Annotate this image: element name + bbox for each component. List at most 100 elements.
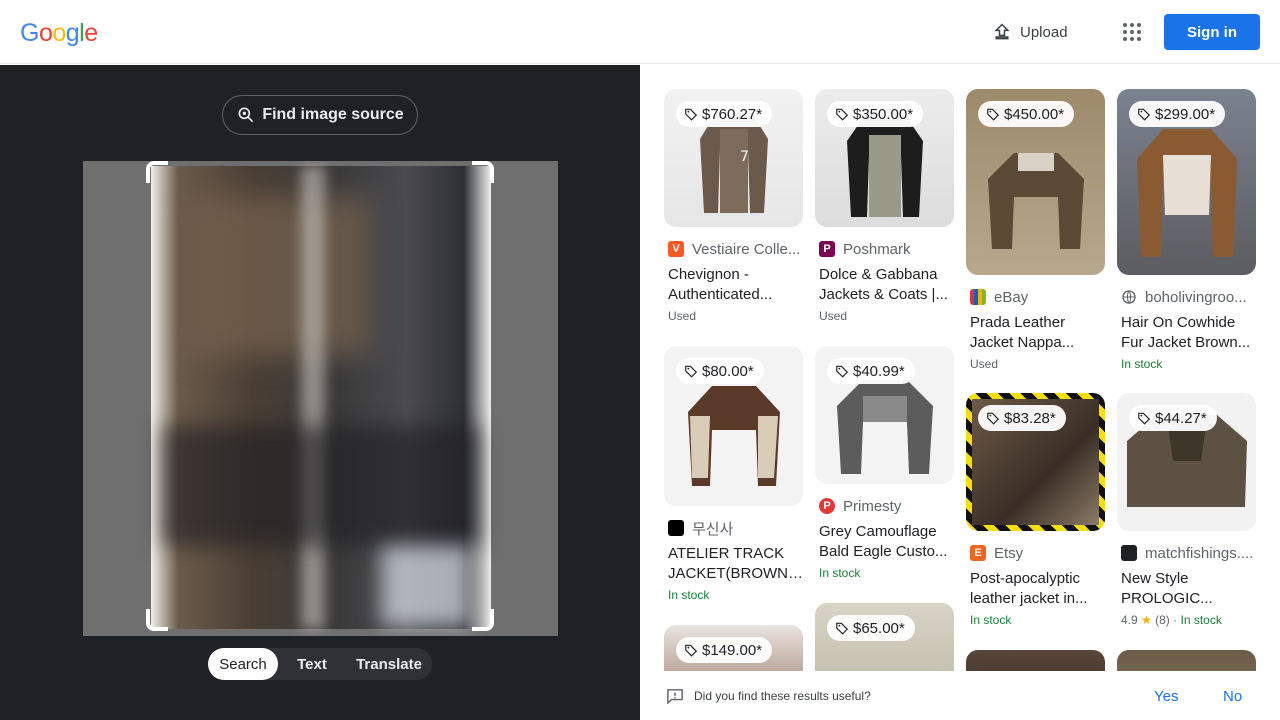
source-name: matchfishings.... xyxy=(1145,544,1254,562)
feedback-bar: Did you find these results useful? Yes N… xyxy=(640,671,1280,720)
result-card[interactable]: $44.27* matchfishings.... New Style PROLO… xyxy=(1117,393,1256,627)
lens-search-icon xyxy=(238,107,254,123)
price-tag-icon xyxy=(987,108,1000,121)
image-preview-panel: Find image source Search Text Translate xyxy=(0,65,640,720)
matchfishing-favicon-icon xyxy=(1121,545,1137,561)
result-title[interactable]: Grey Camouflage Bald Eagle Custo... xyxy=(815,522,954,562)
result-thumbnail[interactable]: $350.00* xyxy=(815,89,954,227)
result-title[interactable]: Post-apocalyptic leather jacket in... xyxy=(966,569,1105,609)
price-badge: $149.00* xyxy=(676,637,773,663)
logo-letter: o xyxy=(52,19,66,47)
result-card[interactable]: $65.00* xyxy=(815,603,954,671)
vestiaire-favicon-icon: V xyxy=(668,241,684,257)
price-label: $299.00* xyxy=(1155,105,1216,123)
logo-letter: G xyxy=(20,19,39,47)
result-card[interactable]: $299.00* boholivingroo... Hair On Cowhid… xyxy=(1117,89,1256,371)
stock-label: In stock xyxy=(970,613,1012,627)
price-badge: $65.00* xyxy=(827,615,915,641)
google-logo[interactable]: Google xyxy=(20,19,98,48)
result-title[interactable]: ATELIER TRACK JACKET(BROWN)... xyxy=(664,544,803,584)
result-source[interactable]: boholivingroo... xyxy=(1117,287,1256,307)
upload-button[interactable]: Upload xyxy=(992,20,1068,44)
title-line: leather jacket in... xyxy=(970,590,1088,607)
feedback-yes-button[interactable]: Yes xyxy=(1154,688,1178,705)
title-line: JACKET(BROWN)... xyxy=(668,565,803,582)
price-tag-icon xyxy=(836,108,849,121)
apps-grid-icon xyxy=(1123,23,1141,41)
price-tag-icon xyxy=(1138,108,1151,121)
result-thumbnail[interactable] xyxy=(966,650,1105,671)
source-name: Poshmark xyxy=(843,240,911,258)
price-badge: $80.00* xyxy=(676,358,764,384)
svg-text:7: 7 xyxy=(740,149,749,165)
tab-text[interactable]: Text xyxy=(278,648,346,680)
sign-in-button[interactable]: Sign in xyxy=(1164,14,1260,50)
price-badge: $450.00* xyxy=(978,101,1075,127)
result-card[interactable]: 7 $760.27* V Vestiaire Colle... Chevignon… xyxy=(664,89,803,323)
result-source[interactable]: matchfishings.... xyxy=(1117,543,1256,563)
price-badge: $83.28* xyxy=(978,405,1066,431)
price-badge: $760.27* xyxy=(676,101,773,127)
result-source[interactable]: 무신사 xyxy=(664,518,803,538)
rating-value: 4.9 xyxy=(1121,613,1138,627)
price-label: $350.00* xyxy=(853,105,914,123)
result-card[interactable]: $350.00* P Poshmark Dolce & Gabbana Jacket… xyxy=(815,89,954,323)
result-title[interactable]: Prada Leather Jacket Nappa... xyxy=(966,313,1105,353)
result-title[interactable]: Chevignon - Authenticated... xyxy=(664,265,803,305)
title-line: Dolce & Gabbana xyxy=(819,266,938,283)
result-thumbnail[interactable]: $44.27* xyxy=(1117,393,1256,531)
result-thumbnail[interactable]: $149.00* xyxy=(664,625,803,671)
title-line: Jacket Nappa... xyxy=(970,334,1075,351)
crop-handle-bottom-right[interactable] xyxy=(472,609,494,631)
crop-selection[interactable] xyxy=(151,166,491,629)
price-tag-icon xyxy=(836,365,849,378)
result-thumbnail[interactable]: $299.00* xyxy=(1117,89,1256,275)
tab-translate[interactable]: Translate xyxy=(346,648,432,680)
result-card[interactable] xyxy=(1117,650,1256,671)
find-image-source-button[interactable]: Find image source xyxy=(222,95,418,135)
result-card[interactable]: $149.00* xyxy=(664,625,803,671)
result-thumbnail[interactable] xyxy=(1117,650,1256,671)
title-line: Authenticated... xyxy=(668,286,773,303)
result-title[interactable]: New Style PROLOGIC... xyxy=(1117,569,1256,609)
result-source[interactable]: P Poshmark xyxy=(815,239,954,259)
result-thumbnail[interactable]: $80.00* xyxy=(664,346,803,506)
result-thumbnail[interactable]: $83.28* xyxy=(966,393,1105,531)
tab-search[interactable]: Search xyxy=(208,648,278,680)
result-source[interactable]: P Primesty xyxy=(815,496,954,516)
primesty-favicon-icon: P xyxy=(819,498,835,514)
musinsa-favicon-icon xyxy=(668,520,684,536)
result-thumbnail[interactable]: $40.99* xyxy=(815,346,954,484)
crop-handle-top-left[interactable] xyxy=(146,161,168,183)
result-thumbnail[interactable]: 7 $760.27* xyxy=(664,89,803,227)
logo-letter: o xyxy=(38,19,53,47)
result-source[interactable]: V Vestiaire Colle... xyxy=(664,239,803,259)
result-thumbnail[interactable]: $450.00* xyxy=(966,89,1105,275)
apps-button[interactable] xyxy=(1120,20,1144,44)
price-tag-icon xyxy=(685,365,698,378)
result-source[interactable]: E Etsy xyxy=(966,543,1105,563)
result-card[interactable]: $80.00* 무신사 ATELIER TRACK JACKET(BROWN)..… xyxy=(664,346,803,602)
results-grid: 7 $760.27* V Vestiaire Colle... Chevignon… xyxy=(640,65,1280,671)
price-label: $65.00* xyxy=(853,619,905,637)
result-card[interactable]: $40.99* P Primesty Grey Camouflage Bald Ea… xyxy=(815,346,954,580)
price-label: $83.28* xyxy=(1004,409,1056,427)
result-title[interactable]: Hair On Cowhide Fur Jacket Brown... xyxy=(1117,313,1256,353)
source-name: boholivingroo... xyxy=(1145,288,1247,306)
crop-handle-bottom-left[interactable] xyxy=(146,609,168,631)
title-line: Hair On Cowhide xyxy=(1121,314,1236,331)
source-name: 무신사 xyxy=(692,520,734,538)
feedback-no-button[interactable]: No xyxy=(1223,688,1242,705)
mode-tabs: Search Text Translate xyxy=(208,648,432,680)
price-badge: $44.27* xyxy=(1129,405,1217,431)
result-card[interactable]: $83.28* E Etsy Post-apocalyptic leather ja… xyxy=(966,393,1105,627)
result-source[interactable]: eBay xyxy=(966,287,1105,307)
result-title[interactable]: Dolce & Gabbana Jackets & Coats |... xyxy=(815,265,954,305)
title-line: Chevignon - xyxy=(668,266,749,283)
price-label: $760.27* xyxy=(702,105,763,123)
result-card[interactable] xyxy=(966,650,1105,671)
crop-handle-top-right[interactable] xyxy=(472,161,494,183)
title-line: Bald Eagle Custo... xyxy=(819,543,948,560)
result-card[interactable]: $450.00* eBay Prada Leather Jacket Nappa.… xyxy=(966,89,1105,371)
result-thumbnail[interactable]: $65.00* xyxy=(815,603,954,671)
